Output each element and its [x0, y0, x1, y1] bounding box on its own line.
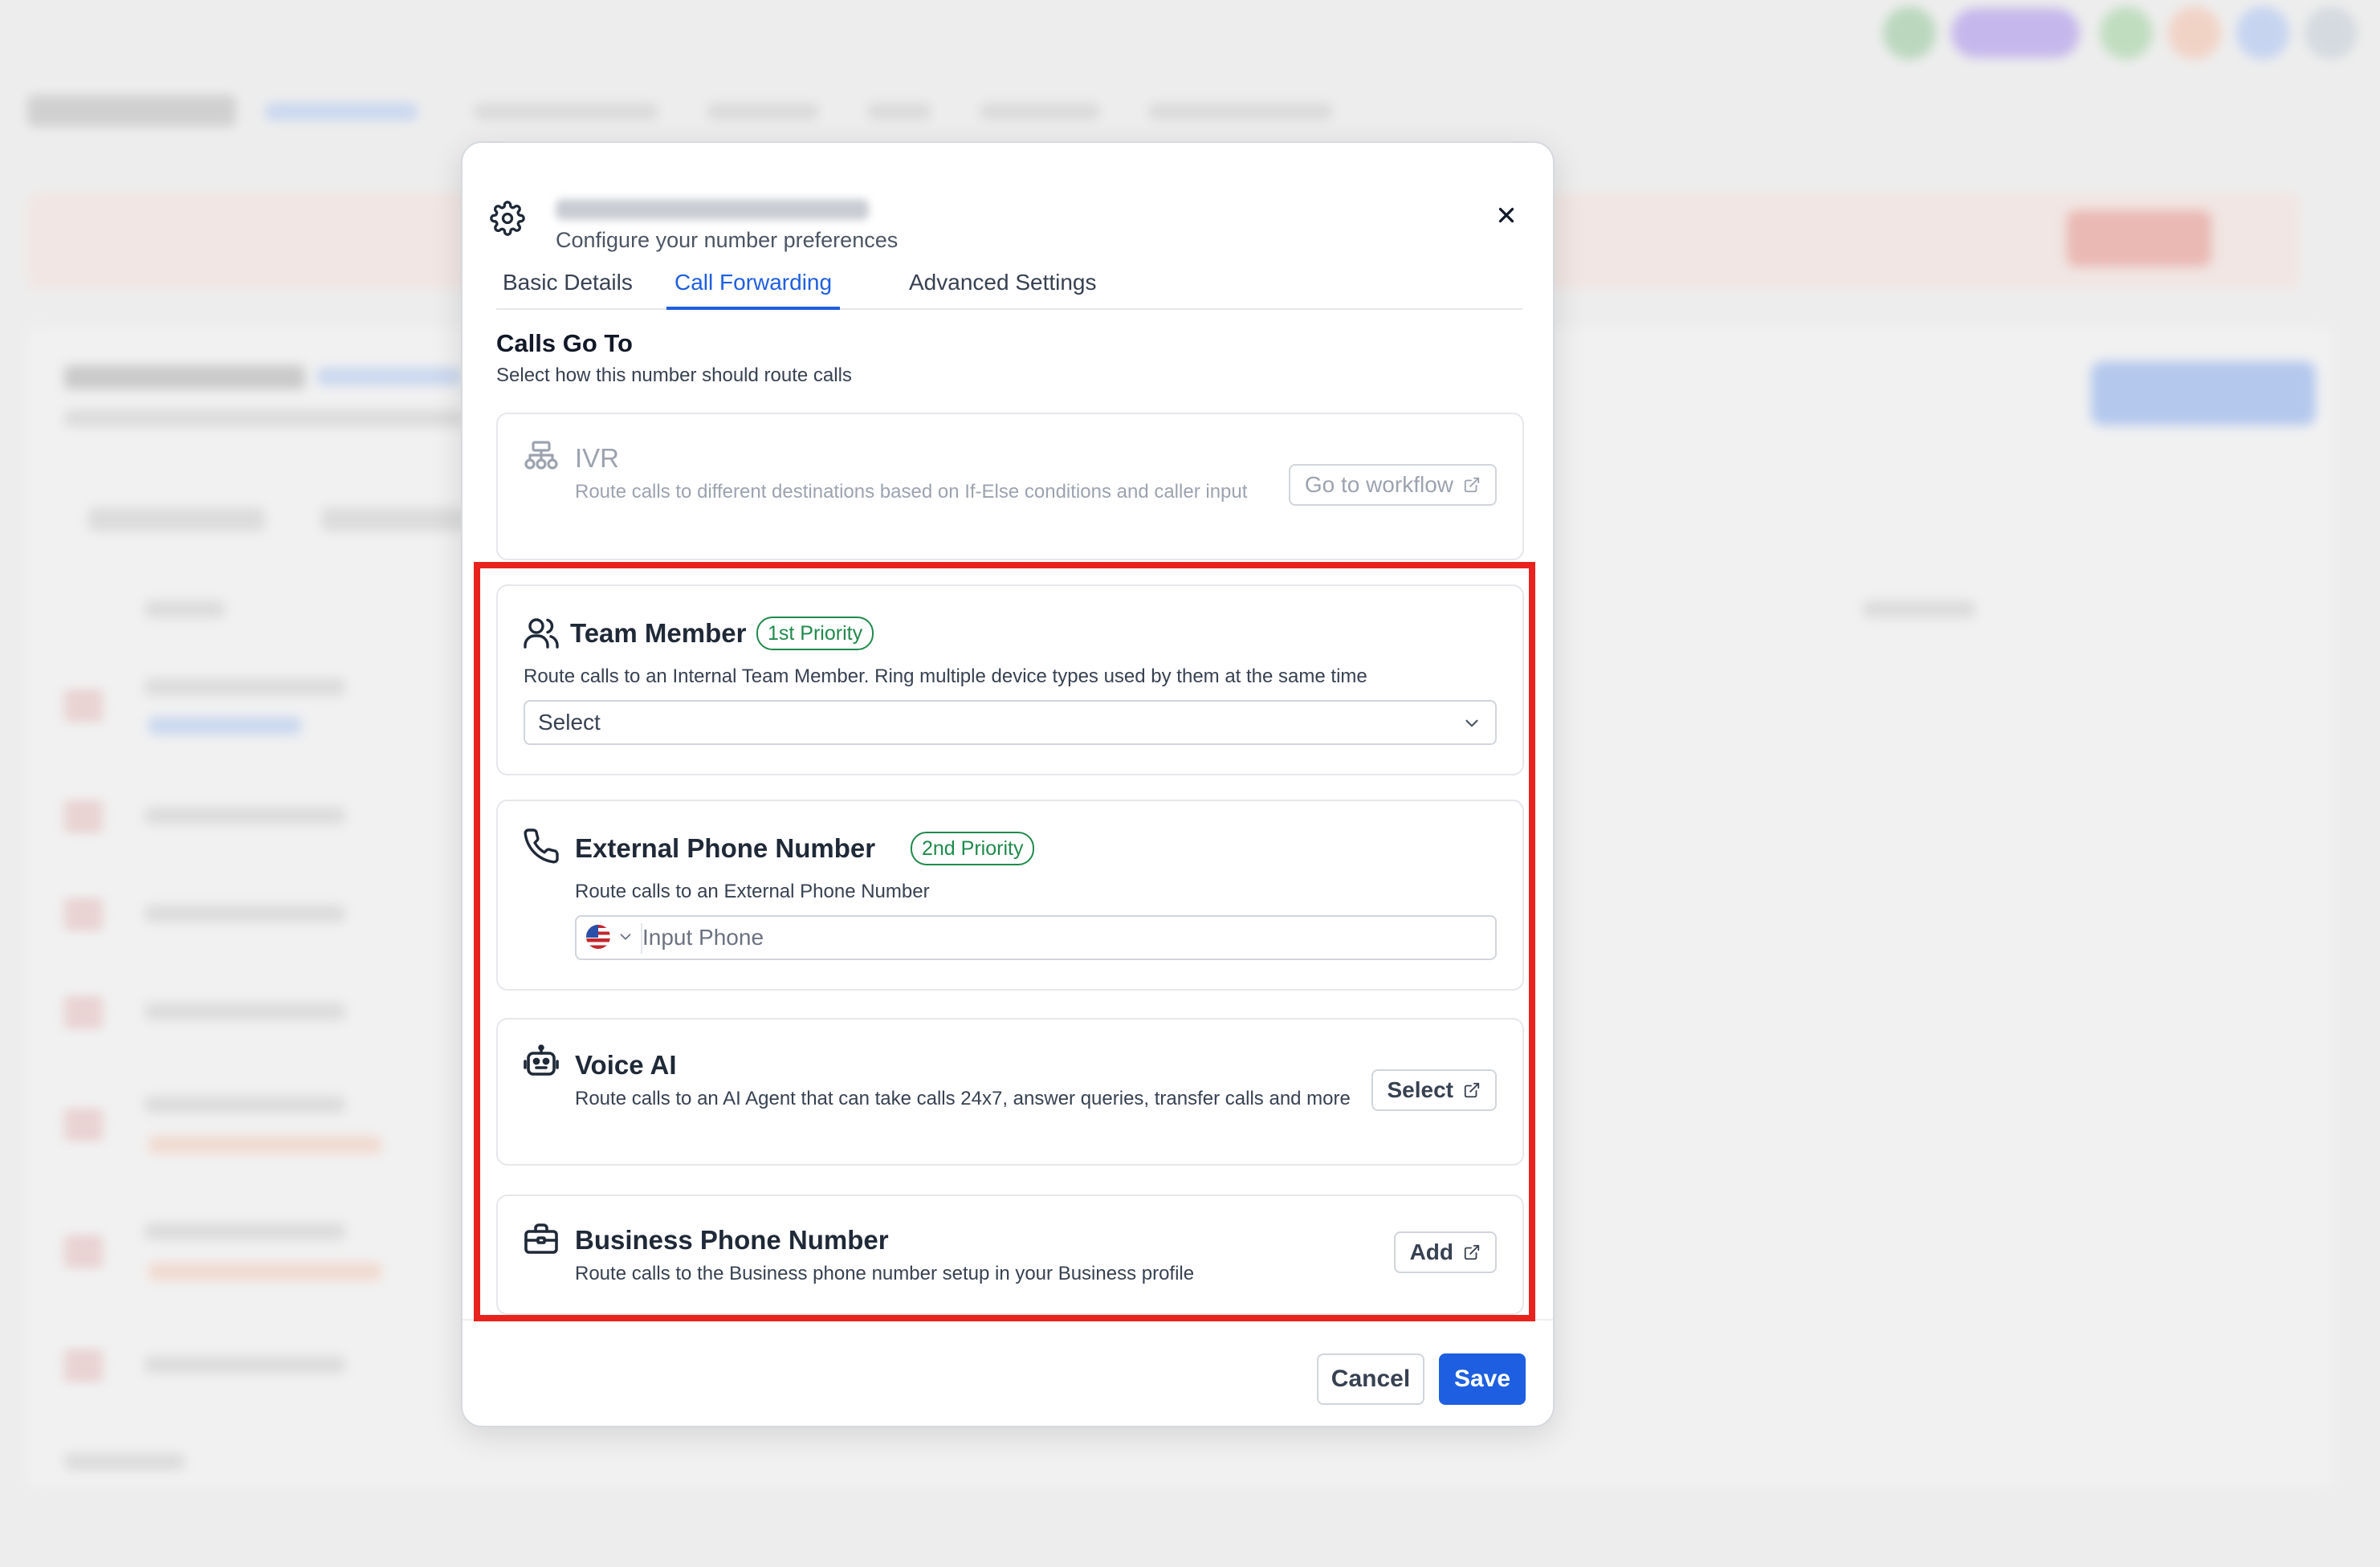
phone-input[interactable]: Input Phone	[575, 915, 1497, 960]
briefcase-icon	[524, 1223, 558, 1254]
go-to-workflow-button[interactable]: Go to workflow	[1288, 464, 1497, 506]
ivr-title: IVR	[575, 443, 620, 473]
footer-divider	[463, 1319, 1553, 1321]
save-button[interactable]: Save	[1439, 1353, 1526, 1405]
us-flag-icon[interactable]	[586, 925, 610, 949]
tab-basic-details[interactable]: Basic Details	[503, 270, 633, 307]
voice-ai-option: Voice AI Route calls to an AI Agent that…	[496, 1018, 1524, 1166]
modal-header: Configure your number preferences	[490, 167, 1526, 252]
business-phone-option: Business Phone Number Route calls to the…	[496, 1195, 1524, 1315]
ivr-option: IVR Route calls to different destination…	[496, 413, 1524, 560]
voice-ai-select-label: Select	[1387, 1077, 1454, 1102]
modal-subtitle: Configure your number preferences	[556, 228, 899, 252]
business-phone-title: Business Phone Number	[575, 1225, 889, 1255]
external-link-icon	[1464, 477, 1480, 493]
team-member-select[interactable]: Select	[524, 700, 1497, 745]
external-phone-title: External Phone Number	[575, 833, 876, 863]
business-phone-add-label: Add	[1409, 1239, 1453, 1264]
voice-ai-select-button[interactable]: Select	[1371, 1069, 1497, 1111]
business-phone-description: Route calls to the Business phone number…	[575, 1263, 1195, 1284]
robot-icon	[524, 1044, 559, 1076]
section-description: Select how this number should route call…	[496, 364, 852, 386]
external-link-icon	[1464, 1082, 1480, 1098]
modal-title-redacted	[556, 199, 869, 220]
users-icon	[524, 618, 559, 649]
gear-icon	[490, 201, 525, 236]
workflow-icon	[524, 441, 558, 470]
section-title: Calls Go To	[496, 329, 633, 357]
team-member-select-value: Select	[538, 710, 601, 735]
close-icon	[1498, 207, 1514, 223]
phone-input-placeholder: Input Phone	[642, 925, 764, 950]
number-settings-modal: Configure your number preferences Basic …	[461, 141, 1555, 1427]
tab-call-forwarding[interactable]: Call Forwarding	[666, 270, 841, 310]
priority-badge: 1st Priority	[756, 617, 874, 650]
ivr-description: Route calls to different destinations ba…	[575, 481, 1248, 503]
team-member-title: Team Member	[570, 618, 747, 648]
external-link-icon	[1464, 1244, 1480, 1260]
team-member-description: Route calls to an Internal Team Member. …	[524, 665, 1367, 687]
external-phone-description: Route calls to an External Phone Number	[575, 881, 930, 902]
cancel-button[interactable]: Cancel	[1317, 1353, 1424, 1405]
voice-ai-description: Route calls to an AI Agent that can take…	[575, 1088, 1351, 1109]
external-phone-option: External Phone Number 2nd Priority Route…	[496, 800, 1524, 991]
tab-advanced-settings[interactable]: Advanced Settings	[909, 270, 1097, 307]
phone-icon	[524, 828, 559, 864]
chevron-down-icon[interactable]	[617, 928, 634, 946]
modal-tabs: Basic Details Call Forwarding Advanced S…	[496, 262, 1522, 310]
voice-ai-title: Voice AI	[575, 1050, 677, 1080]
close-button[interactable]	[1487, 196, 1526, 234]
business-phone-add-button[interactable]: Add	[1393, 1231, 1497, 1273]
priority-badge: 2nd Priority	[911, 832, 1035, 865]
chevron-down-icon	[1465, 719, 1478, 727]
team-member-option: Team Member 1st Priority Route calls to …	[496, 584, 1524, 775]
go-to-workflow-label: Go to workflow	[1304, 472, 1453, 497]
